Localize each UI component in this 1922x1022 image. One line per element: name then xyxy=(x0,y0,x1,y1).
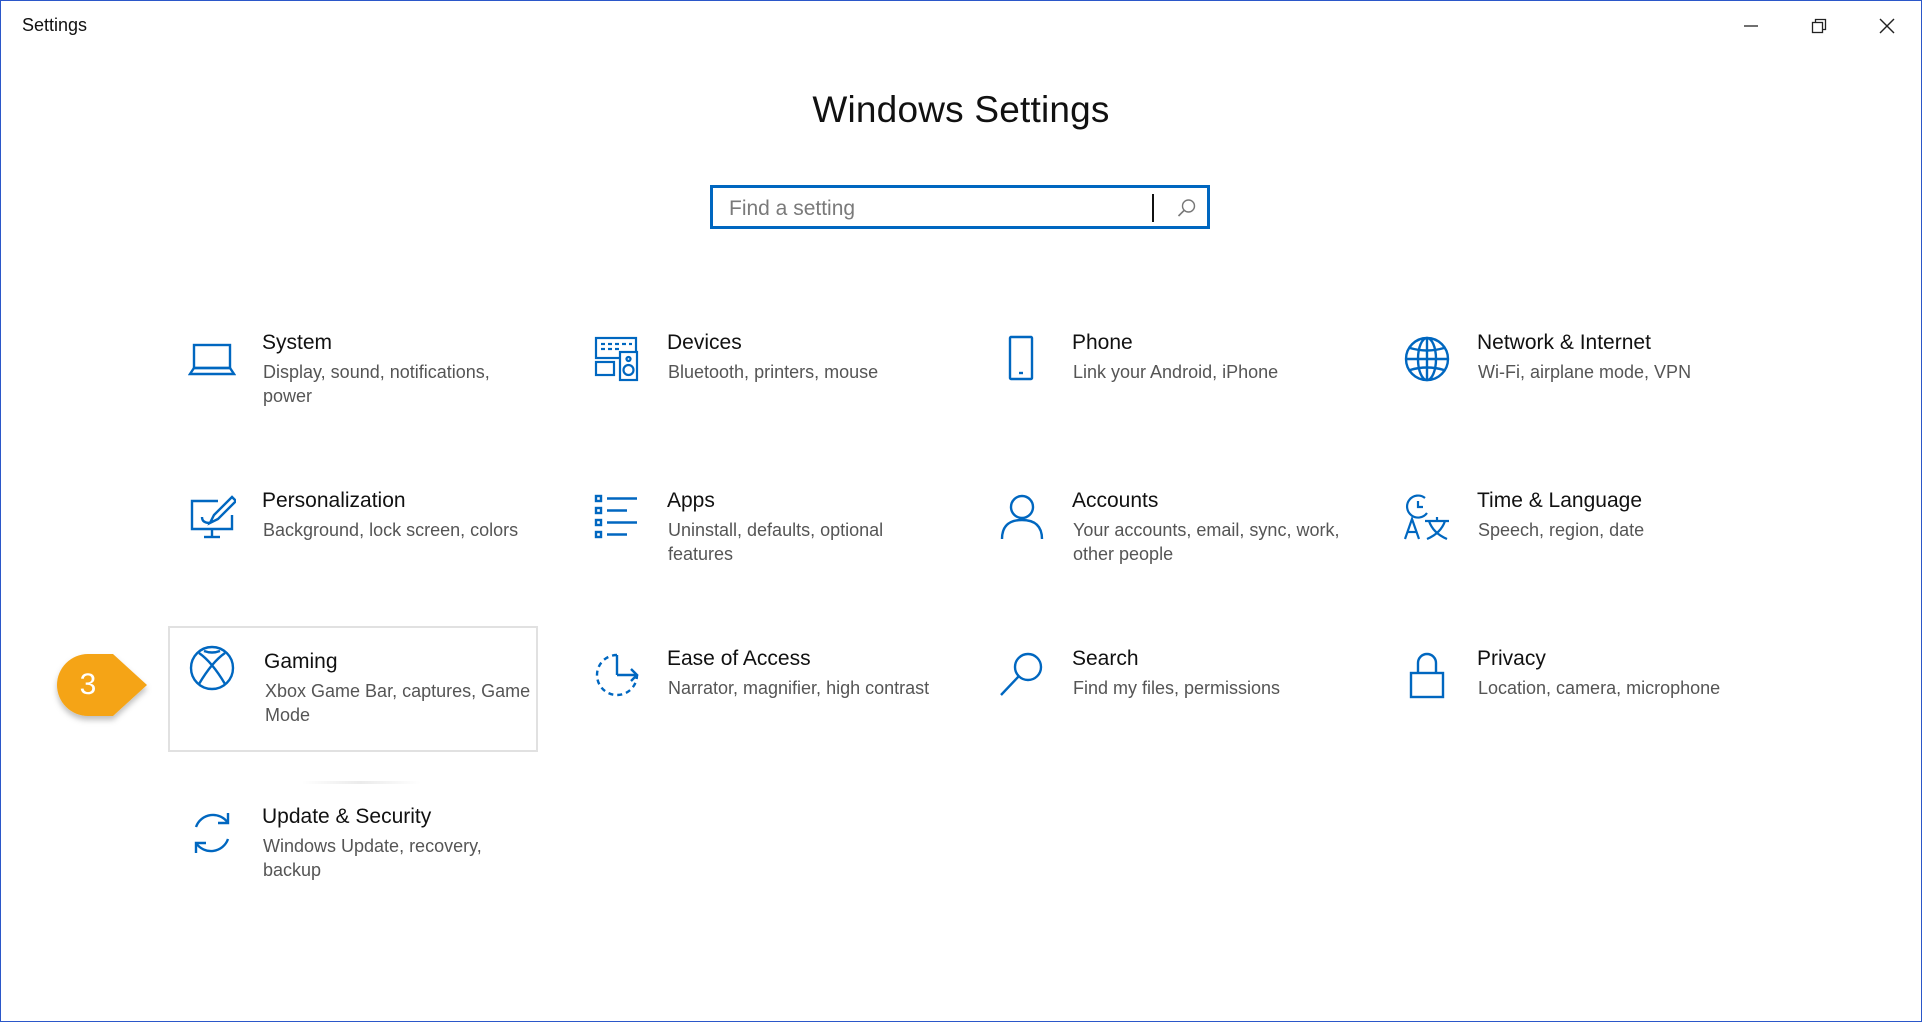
hover-shadow xyxy=(301,781,421,784)
category-desc: Link your Android, iPhone xyxy=(1073,362,1279,382)
category-apps[interactable]: Apps Uninstall, defaults, optional featu… xyxy=(573,485,943,609)
category-ease-of-access[interactable]: Ease of Access Narrator, magnifier, high… xyxy=(573,643,943,767)
category-accounts[interactable]: Accounts Your accounts, email, sync, wor… xyxy=(978,485,1348,609)
close-icon xyxy=(1879,18,1895,34)
search-box[interactable] xyxy=(710,185,1210,229)
restore-icon xyxy=(1811,18,1827,34)
category-personalization[interactable]: Personalization Background, lock screen,… xyxy=(168,485,538,609)
category-gaming[interactable]: Gaming Xbox Game Bar, captures, Game Mod… xyxy=(168,626,538,752)
apps-list-icon xyxy=(593,493,641,541)
lock-icon xyxy=(1403,651,1451,699)
keyboard-speaker-icon xyxy=(593,335,641,383)
window-controls xyxy=(1717,1,1921,51)
time-language-icon xyxy=(1403,493,1451,541)
category-name: Update & Security xyxy=(262,805,432,828)
restore-button[interactable] xyxy=(1785,1,1853,51)
category-desc: Background, lock screen, colors xyxy=(263,520,519,540)
category-name: Devices xyxy=(667,331,742,354)
category-desc: Bluetooth, printers, mouse xyxy=(668,362,879,382)
phone-icon xyxy=(998,335,1046,383)
category-name: Gaming xyxy=(264,650,338,673)
category-name: System xyxy=(262,331,333,354)
paint-monitor-icon xyxy=(188,493,236,541)
search-icon xyxy=(1177,199,1196,217)
xbox-icon xyxy=(188,644,236,692)
category-desc: Find my files, permissions xyxy=(1073,678,1281,698)
category-desc: Xbox Game Bar, captures, Game Mode xyxy=(265,681,531,725)
category-desc: Windows Update, recovery, backup xyxy=(263,836,482,880)
search-button[interactable] xyxy=(1177,198,1197,223)
window-title: Settings xyxy=(22,15,88,35)
category-desc: Uninstall, defaults, optional features xyxy=(668,520,884,564)
settings-window: Settings Windows Settings Find a setting… xyxy=(0,0,1922,1022)
category-name: Apps xyxy=(667,489,715,512)
category-name: Personalization xyxy=(262,489,406,512)
category-privacy[interactable]: Privacy Location, camera, microphone xyxy=(1383,643,1753,767)
category-desc: Location, camera, microphone xyxy=(1478,678,1721,698)
category-devices[interactable]: Devices Bluetooth, printers, mouse xyxy=(573,327,943,451)
category-name: Privacy xyxy=(1477,647,1546,670)
category-desc: Narrator, magnifier, high contrast xyxy=(668,678,930,698)
callout-number: 3 xyxy=(79,668,97,701)
laptop-icon xyxy=(188,335,236,383)
category-system[interactable]: System Display, sound, notifications, po… xyxy=(168,327,538,451)
category-search[interactable]: Search Find my files, permissions xyxy=(978,643,1348,767)
minimize-button[interactable] xyxy=(1717,1,1785,51)
category-name: Accounts xyxy=(1072,489,1159,512)
globe-icon xyxy=(1403,335,1451,383)
category-desc: Speech, region, date xyxy=(1478,520,1645,540)
search-input[interactable] xyxy=(727,194,1161,224)
ease-of-access-icon xyxy=(593,651,641,699)
page-title: Windows Settings xyxy=(812,89,1110,130)
category-network-internet[interactable]: Network & Internet Wi-Fi, airplane mode,… xyxy=(1383,327,1753,451)
magnifier-icon xyxy=(998,651,1046,699)
title-bar[interactable]: Settings xyxy=(1,1,1921,51)
sync-icon xyxy=(188,809,236,857)
text-caret xyxy=(1152,194,1154,222)
category-desc: Display, sound, notifications, power xyxy=(263,362,490,406)
category-desc: Your accounts, email, sync, work, other … xyxy=(1073,520,1340,564)
category-time-language[interactable]: Time & Language Speech, region, date xyxy=(1383,485,1753,609)
close-button[interactable] xyxy=(1853,1,1921,51)
person-icon xyxy=(998,493,1046,541)
category-name: Search xyxy=(1072,647,1139,670)
category-name: Phone xyxy=(1072,331,1133,354)
category-update-security[interactable]: Update & Security Windows Update, recove… xyxy=(168,801,538,925)
category-name: Ease of Access xyxy=(667,647,811,670)
category-name: Network & Internet xyxy=(1477,331,1651,354)
minimize-icon xyxy=(1744,25,1758,27)
category-name: Time & Language xyxy=(1477,489,1642,512)
category-desc: Wi-Fi, airplane mode, VPN xyxy=(1478,362,1692,382)
category-phone[interactable]: Phone Link your Android, iPhone xyxy=(978,327,1348,451)
